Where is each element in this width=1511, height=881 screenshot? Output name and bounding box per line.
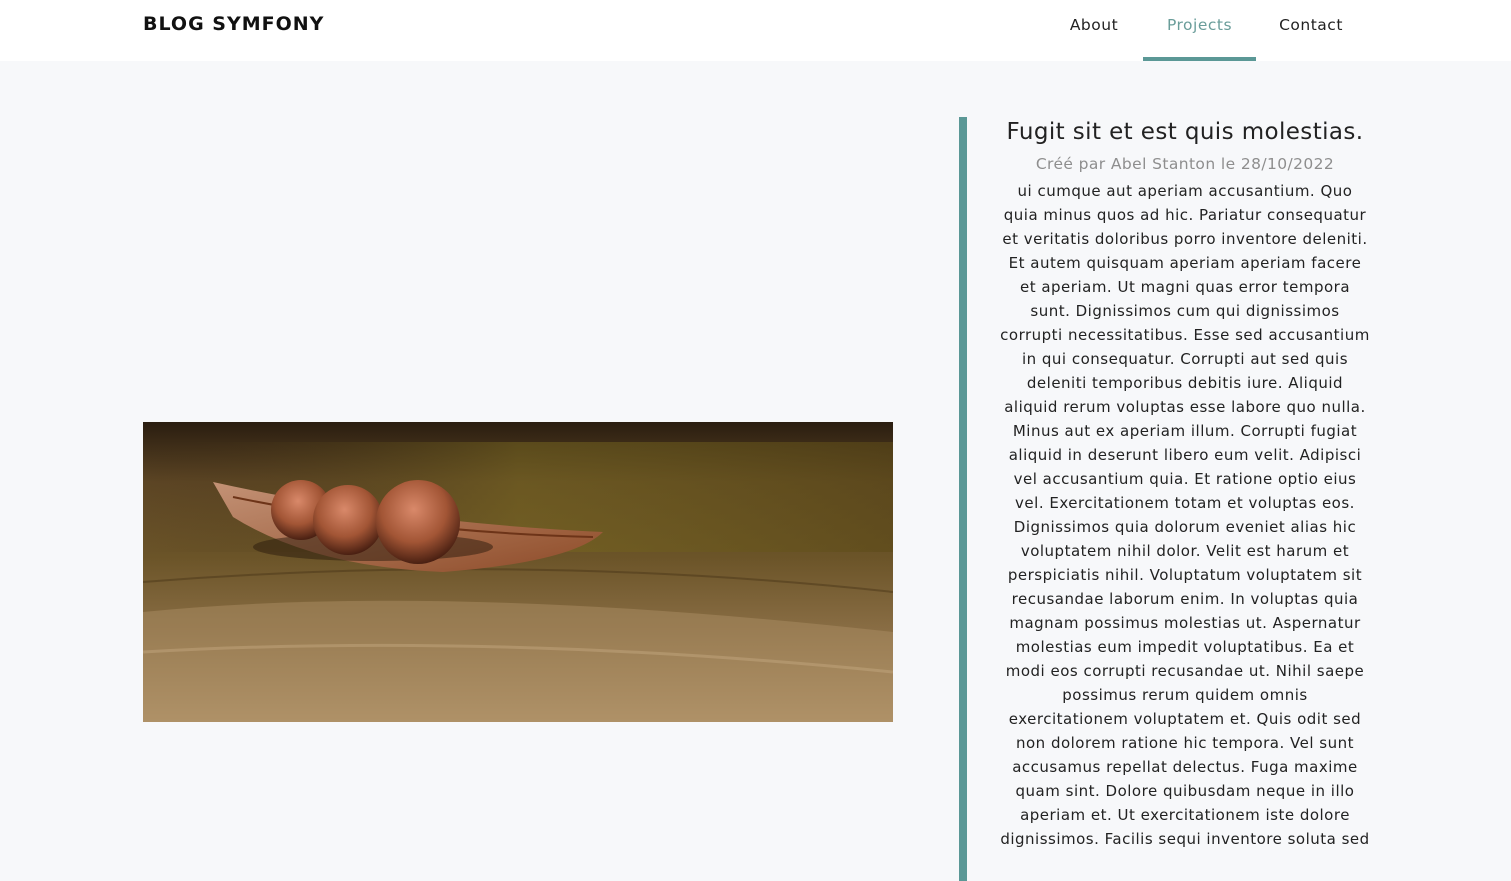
nav-link-about[interactable]: About [1048,0,1140,61]
nav-link-projects[interactable]: Projects [1143,0,1256,61]
article-content: Fugit sit et est quis molestias. Créé pa… [1000,117,1370,851]
article-image [143,422,893,722]
article-meta: Créé par Abel Stanton le 28/10/2022 [1035,155,1335,173]
navbar: BLOG SYMFONY About Projects Contact [0,0,1511,61]
nav-link-contact[interactable]: Contact [1258,0,1364,61]
article-photo [143,422,893,722]
article-panel: Fugit sit et est quis molestias. Créé pa… [959,117,1406,881]
brand-link[interactable]: BLOG SYMFONY [143,12,324,36]
article-title: Fugit sit et est quis molestias. [1006,119,1364,145]
article-body: ui cumque aut aperiam accusantium. Quo q… [1000,182,1370,848]
